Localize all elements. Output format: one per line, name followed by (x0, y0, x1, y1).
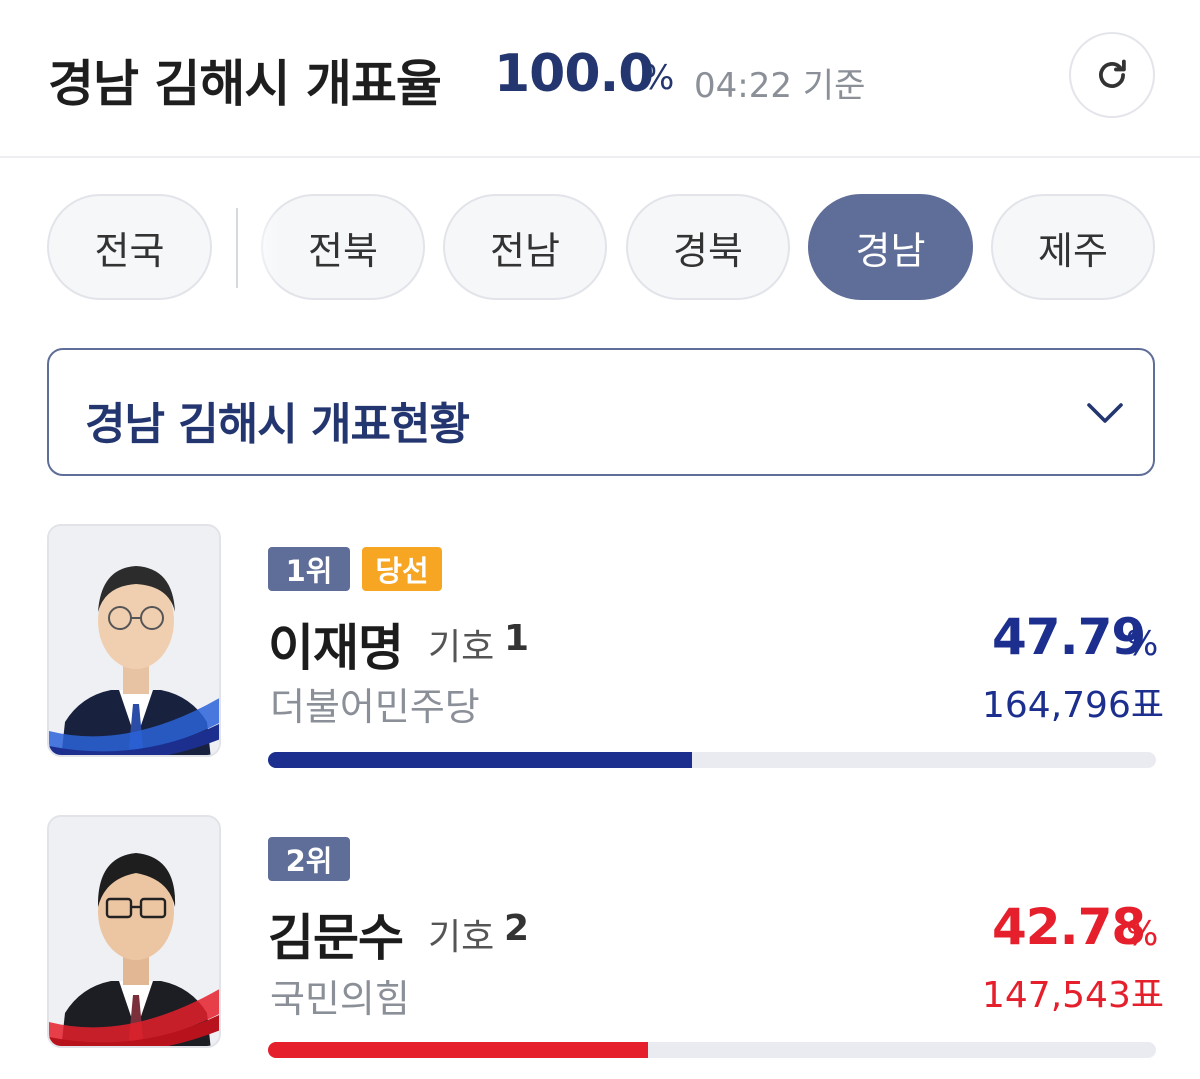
vote-share-bar (268, 1042, 1156, 1058)
candidate-number: 1 (504, 618, 530, 659)
rank-badge: 1위 (268, 547, 350, 591)
tab-divider (236, 208, 238, 288)
tab-jeonbuk[interactable]: 전북 (261, 194, 425, 300)
candidate-photo (47, 815, 221, 1048)
vote-count: 147,543표 (982, 975, 1164, 1016)
vote-share-bar (268, 752, 1156, 768)
district-select-label: 경남 김해시 개표현황 (85, 399, 470, 450)
candidate-photo (47, 524, 221, 757)
candidate-number-label: 기호 (428, 917, 495, 958)
counting-rate-unit: % (642, 58, 675, 98)
vote-share-fill (268, 1042, 648, 1058)
candidate-party: 더불어민주당 (270, 685, 480, 729)
refresh-icon (1099, 59, 1126, 88)
candidate-name: 김문수 (268, 909, 404, 967)
tab-gyeongbuk[interactable]: 경북 (626, 194, 790, 300)
counting-rate: 100.0 (494, 44, 654, 104)
vote-percent-unit: % (1126, 914, 1159, 954)
elected-badge: 당선 (362, 547, 442, 591)
candidate-number-label: 기호 (428, 627, 495, 668)
candidate-party: 국민의힘 (270, 977, 410, 1021)
chevron-down-icon (1087, 403, 1123, 423)
rank-badge: 2위 (268, 837, 350, 881)
tab-nationwide[interactable]: 전국 (47, 194, 212, 300)
district-select[interactable]: 경남 김해시 개표현황 (47, 348, 1155, 476)
vote-share-fill (268, 752, 693, 768)
page-title: 경남 김해시 개표율 (48, 55, 442, 113)
tab-gyeongnam[interactable]: 경남 (808, 194, 973, 300)
vote-percent-unit: % (1126, 624, 1159, 664)
tab-jeonnam[interactable]: 전남 (443, 194, 607, 300)
scroll-fade (240, 194, 280, 300)
candidate-name: 이재명 (268, 619, 404, 677)
vote-count: 164,796표 (982, 685, 1164, 726)
candidate-number: 2 (504, 908, 530, 949)
vote-percent: 42.78 (992, 898, 1146, 956)
vote-percent: 47.79 (992, 608, 1146, 666)
update-time: 04:22 기준 (694, 66, 866, 106)
header: 경남 김해시 개표율 100.0 % 04:22 기준 (0, 0, 1200, 158)
refresh-button[interactable] (1069, 32, 1155, 118)
tab-jeju[interactable]: 제주 (991, 194, 1155, 300)
